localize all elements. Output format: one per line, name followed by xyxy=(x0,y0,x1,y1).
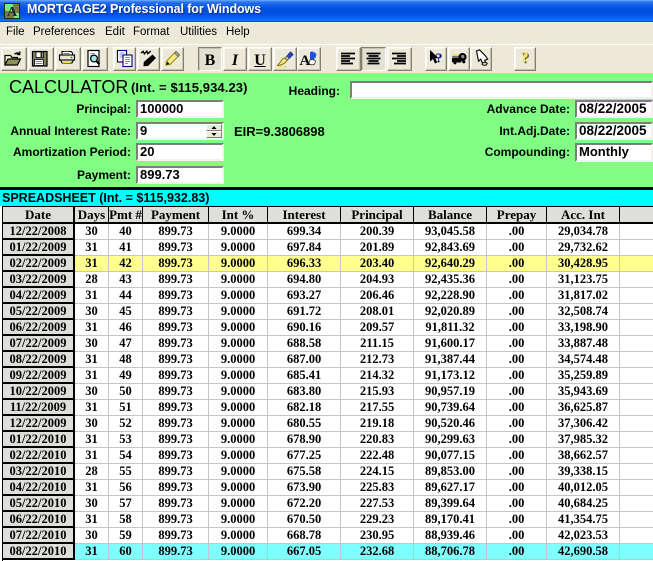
svg-text:A: A xyxy=(7,5,18,19)
svg-text:?: ? xyxy=(436,52,443,67)
svg-text:A: A xyxy=(300,53,311,69)
svg-text:?: ? xyxy=(521,50,529,67)
